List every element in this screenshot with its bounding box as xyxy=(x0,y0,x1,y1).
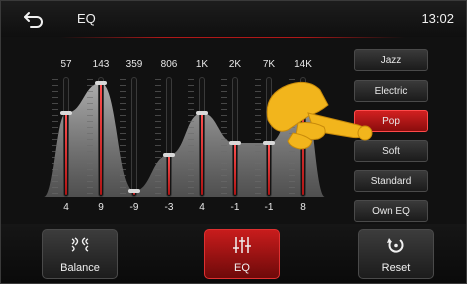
band-gain-value: -1 xyxy=(264,202,274,213)
clock: 13:02 xyxy=(421,11,454,26)
equalizer-panel: 57 4 143 9 359 -9 806 -3 1K 4 2K -1 7K -1 14K 8 xyxy=(36,55,336,215)
top-bar: EQ 13:02 xyxy=(1,1,466,37)
back-arrow-icon[interactable] xyxy=(23,10,45,28)
band-frequency-label: 7K xyxy=(262,59,276,70)
band-scale-ticks xyxy=(120,79,126,195)
band-slider-knob[interactable] xyxy=(297,87,309,91)
band-slider[interactable] xyxy=(263,77,275,197)
band-frequency-label: 806 xyxy=(160,59,178,70)
band-slider-knob[interactable] xyxy=(163,153,175,157)
band-scale-ticks xyxy=(87,79,93,195)
band-slider-fill xyxy=(65,113,67,195)
band-gain-value: 9 xyxy=(98,202,104,213)
band-slider[interactable] xyxy=(297,77,309,197)
band-slider-knob[interactable] xyxy=(95,81,107,85)
preset-standard-button[interactable]: Standard xyxy=(354,170,428,192)
band-slider-fill xyxy=(268,143,270,195)
preset-soft-button[interactable]: Soft xyxy=(354,140,428,162)
balance-icon xyxy=(71,237,89,252)
balance-button[interactable]: Balance xyxy=(42,229,118,279)
band-frequency-label: 359 xyxy=(125,59,143,70)
band-frequency-label: 2K xyxy=(228,59,242,70)
band-slider-fill xyxy=(201,113,203,195)
band-slider[interactable] xyxy=(196,77,208,197)
band-slider-knob[interactable] xyxy=(263,141,275,145)
band-scale-ticks xyxy=(255,79,261,195)
eq-button[interactable]: EQ xyxy=(204,229,280,279)
band-slider-knob[interactable] xyxy=(229,141,241,145)
band-slider[interactable] xyxy=(128,77,140,197)
band-scale-ticks xyxy=(52,79,58,195)
band-gain-value: 4 xyxy=(63,202,69,213)
band-frequency-label: 1K xyxy=(195,59,209,70)
preset-electric-button[interactable]: Electric xyxy=(354,80,428,102)
reset-icon xyxy=(387,238,404,253)
page-title: EQ xyxy=(77,11,96,26)
band-slider-fill xyxy=(302,89,304,195)
band-slider-fill xyxy=(100,83,102,195)
band-slider-knob[interactable] xyxy=(196,111,208,115)
band-frequency-label: 14K xyxy=(294,59,312,70)
band-slider[interactable] xyxy=(229,77,241,197)
band-slider[interactable] xyxy=(95,77,107,197)
band-gain-value: 4 xyxy=(199,202,205,213)
band-scale-ticks xyxy=(155,79,161,195)
band-slider-knob[interactable] xyxy=(128,189,140,193)
preset-jazz-button[interactable]: Jazz xyxy=(354,49,428,71)
preset-pop-button[interactable]: Pop xyxy=(354,110,428,132)
band-gain-value: 8 xyxy=(300,202,306,213)
band-scale-ticks xyxy=(289,79,295,195)
band-slider-knob[interactable] xyxy=(60,111,72,115)
reset-button[interactable]: Reset xyxy=(358,229,434,279)
header-divider xyxy=(60,37,405,38)
band-scale-ticks xyxy=(221,79,227,195)
band-slider-fill xyxy=(234,143,236,195)
band-slider[interactable] xyxy=(60,77,72,197)
band-scale-ticks xyxy=(188,79,194,195)
band-gain-value: -1 xyxy=(230,202,240,213)
reset-label: Reset xyxy=(381,262,411,274)
band-slider[interactable] xyxy=(163,77,175,197)
band-slider-fill xyxy=(168,155,170,195)
equalizer-icon xyxy=(233,237,251,253)
balance-label: Balance xyxy=(60,262,100,274)
band-gain-value: -9 xyxy=(129,202,139,213)
eq-label: EQ xyxy=(234,262,250,274)
band-frequency-label: 143 xyxy=(92,59,110,70)
band-frequency-label: 57 xyxy=(60,59,72,70)
band-gain-value: -3 xyxy=(164,202,174,213)
preset-own-eq-button[interactable]: Own EQ xyxy=(354,200,428,222)
